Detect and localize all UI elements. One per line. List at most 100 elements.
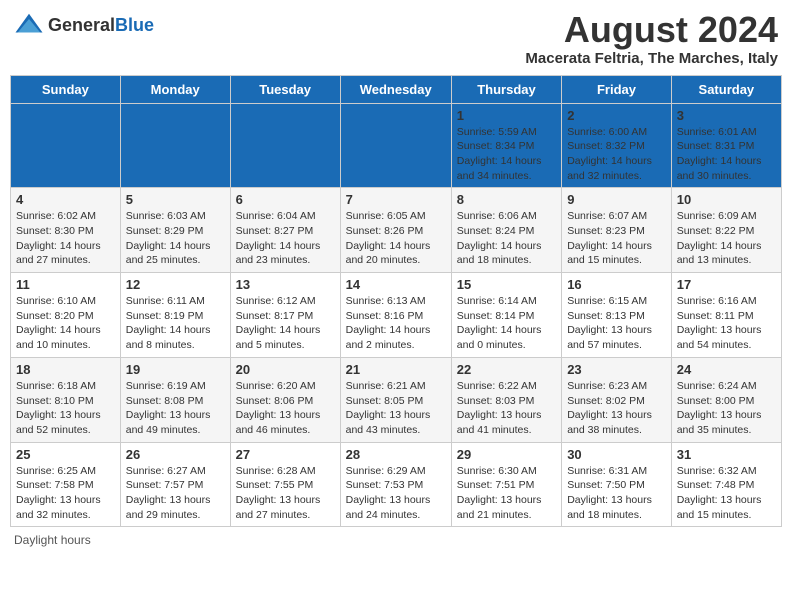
day-number: 28 (346, 447, 446, 462)
day-number: 14 (346, 277, 446, 292)
day-number: 2 (567, 108, 666, 123)
calendar-cell: 17 Sunrise: 6:16 AM Sunset: 8:11 PM Dayli… (671, 273, 781, 358)
logo-icon (14, 10, 44, 40)
calendar-week-row: 1Sunrise: 5:59 AM Sunset: 8:34 PM Daylig… (11, 103, 782, 188)
logo-general: General (48, 15, 115, 35)
day-info: Sunrise: 5:59 AM Sunset: 8:34 PM Dayligh… (457, 125, 556, 184)
calendar-cell: 4Sunrise: 6:02 AM Sunset: 8:30 PM Daylig… (11, 188, 121, 273)
day-info: Sunrise: 6:16 AM Sunset: 8:11 PM Dayligh… (677, 294, 776, 353)
calendar-cell: 15Sunrise: 6:14 AM Sunset: 8:14 PM Dayli… (451, 273, 561, 358)
day-number: 29 (457, 447, 556, 462)
day-info: Sunrise: 6:05 AM Sunset: 8:26 PM Dayligh… (346, 209, 446, 268)
weekday-header-tuesday: Tuesday (230, 75, 340, 103)
day-number: 20 (236, 362, 335, 377)
day-info: Sunrise: 6:32 AM Sunset: 7:48 PM Dayligh… (677, 464, 776, 523)
calendar-cell: 1Sunrise: 5:59 AM Sunset: 8:34 PM Daylig… (451, 103, 561, 188)
calendar-cell: 20 Sunrise: 6:20 AM Sunset: 8:06 PM Dayli… (230, 357, 340, 442)
calendar-cell: 5 Sunrise: 6:03 AM Sunset: 8:29 PM Daylig… (120, 188, 230, 273)
day-number: 18 (16, 362, 115, 377)
day-info: Sunrise: 6:30 AM Sunset: 7:51 PM Dayligh… (457, 464, 556, 523)
day-number: 16 (567, 277, 666, 292)
day-info: Sunrise: 6:04 AM Sunset: 8:27 PM Dayligh… (236, 209, 335, 268)
weekday-header-thursday: Thursday (451, 75, 561, 103)
day-number: 30 (567, 447, 666, 462)
day-number: 5 (126, 192, 225, 207)
day-info: Sunrise: 6:28 AM Sunset: 7:55 PM Dayligh… (236, 464, 335, 523)
day-info: Sunrise: 6:24 AM Sunset: 8:00 PM Dayligh… (677, 379, 776, 438)
day-info: Sunrise: 6:31 AM Sunset: 7:50 PM Dayligh… (567, 464, 666, 523)
day-number: 3 (677, 108, 776, 123)
calendar-cell: 31 Sunrise: 6:32 AM Sunset: 7:48 PM Dayli… (671, 442, 781, 527)
calendar-cell: 25 Sunrise: 6:25 AM Sunset: 7:58 PM Dayli… (11, 442, 121, 527)
calendar-cell: 8Sunrise: 6:06 AM Sunset: 8:24 PM Daylig… (451, 188, 561, 273)
day-info: Sunrise: 6:10 AM Sunset: 8:20 PM Dayligh… (16, 294, 115, 353)
weekday-header-friday: Friday (562, 75, 672, 103)
sub-title: Macerata Feltria, The Marches, Italy (525, 50, 778, 67)
day-info: Sunrise: 6:06 AM Sunset: 8:24 PM Dayligh… (457, 209, 556, 268)
day-number: 22 (457, 362, 556, 377)
day-number: 23 (567, 362, 666, 377)
day-number: 7 (346, 192, 446, 207)
day-number: 17 (677, 277, 776, 292)
logo: GeneralBlue (14, 10, 154, 40)
calendar-cell: 23Sunrise: 6:23 AM Sunset: 8:02 PM Dayli… (562, 357, 672, 442)
header: GeneralBlue August 2024 Macerata Feltria… (10, 10, 782, 67)
day-number: 27 (236, 447, 335, 462)
day-info: Sunrise: 6:29 AM Sunset: 7:53 PM Dayligh… (346, 464, 446, 523)
calendar-cell: 2 Sunrise: 6:00 AM Sunset: 8:32 PM Daylig… (562, 103, 672, 188)
title-area: August 2024 Macerata Feltria, The Marche… (525, 10, 778, 67)
calendar-cell: 14 Sunrise: 6:13 AM Sunset: 8:16 PM Dayli… (340, 273, 451, 358)
calendar-cell: 19 Sunrise: 6:19 AM Sunset: 8:08 PM Dayli… (120, 357, 230, 442)
day-info: Sunrise: 6:27 AM Sunset: 7:57 PM Dayligh… (126, 464, 225, 523)
calendar-cell: 13 Sunrise: 6:12 AM Sunset: 8:17 PM Dayli… (230, 273, 340, 358)
calendar-cell: 29 Sunrise: 6:30 AM Sunset: 7:51 PM Dayli… (451, 442, 561, 527)
day-info: Sunrise: 6:25 AM Sunset: 7:58 PM Dayligh… (16, 464, 115, 523)
calendar-cell: 7 Sunrise: 6:05 AM Sunset: 8:26 PM Daylig… (340, 188, 451, 273)
calendar-cell (11, 103, 121, 188)
calendar-cell: 21Sunrise: 6:21 AM Sunset: 8:05 PM Dayli… (340, 357, 451, 442)
calendar-week-row: 25 Sunrise: 6:25 AM Sunset: 7:58 PM Dayli… (11, 442, 782, 527)
day-info: Sunrise: 6:07 AM Sunset: 8:23 PM Dayligh… (567, 209, 666, 268)
calendar-cell: 30 Sunrise: 6:31 AM Sunset: 7:50 PM Dayli… (562, 442, 672, 527)
calendar-cell: 3 Sunrise: 6:01 AM Sunset: 8:31 PM Daylig… (671, 103, 781, 188)
calendar-table: SundayMondayTuesdayWednesdayThursdayFrid… (10, 75, 782, 528)
calendar-week-row: 11Sunrise: 6:10 AM Sunset: 8:20 PM Dayli… (11, 273, 782, 358)
day-number: 10 (677, 192, 776, 207)
calendar-cell (340, 103, 451, 188)
day-info: Sunrise: 6:15 AM Sunset: 8:13 PM Dayligh… (567, 294, 666, 353)
day-info: Sunrise: 6:20 AM Sunset: 8:06 PM Dayligh… (236, 379, 335, 438)
main-title: August 2024 (525, 10, 778, 50)
weekday-header-monday: Monday (120, 75, 230, 103)
day-number: 6 (236, 192, 335, 207)
day-info: Sunrise: 6:03 AM Sunset: 8:29 PM Dayligh… (126, 209, 225, 268)
calendar-cell: 28 Sunrise: 6:29 AM Sunset: 7:53 PM Dayli… (340, 442, 451, 527)
calendar-cell: 11Sunrise: 6:10 AM Sunset: 8:20 PM Dayli… (11, 273, 121, 358)
calendar-cell: 27 Sunrise: 6:28 AM Sunset: 7:55 PM Dayli… (230, 442, 340, 527)
day-number: 31 (677, 447, 776, 462)
calendar-cell (120, 103, 230, 188)
weekday-header-saturday: Saturday (671, 75, 781, 103)
day-info: Sunrise: 6:13 AM Sunset: 8:16 PM Dayligh… (346, 294, 446, 353)
day-info: Sunrise: 6:00 AM Sunset: 8:32 PM Dayligh… (567, 125, 666, 184)
day-info: Sunrise: 6:19 AM Sunset: 8:08 PM Dayligh… (126, 379, 225, 438)
calendar-cell: 16 Sunrise: 6:15 AM Sunset: 8:13 PM Dayli… (562, 273, 672, 358)
calendar-week-row: 4Sunrise: 6:02 AM Sunset: 8:30 PM Daylig… (11, 188, 782, 273)
day-info: Sunrise: 6:01 AM Sunset: 8:31 PM Dayligh… (677, 125, 776, 184)
day-number: 24 (677, 362, 776, 377)
calendar-cell: 26Sunrise: 6:27 AM Sunset: 7:57 PM Dayli… (120, 442, 230, 527)
day-number: 12 (126, 277, 225, 292)
day-info: Sunrise: 6:18 AM Sunset: 8:10 PM Dayligh… (16, 379, 115, 438)
day-number: 19 (126, 362, 225, 377)
calendar-cell (230, 103, 340, 188)
calendar-cell: 10Sunrise: 6:09 AM Sunset: 8:22 PM Dayli… (671, 188, 781, 273)
day-info: Sunrise: 6:12 AM Sunset: 8:17 PM Dayligh… (236, 294, 335, 353)
calendar-cell: 6 Sunrise: 6:04 AM Sunset: 8:27 PM Daylig… (230, 188, 340, 273)
calendar-cell: 12Sunrise: 6:11 AM Sunset: 8:19 PM Dayli… (120, 273, 230, 358)
calendar-cell: 22Sunrise: 6:22 AM Sunset: 8:03 PM Dayli… (451, 357, 561, 442)
weekday-header-sunday: Sunday (11, 75, 121, 103)
day-number: 21 (346, 362, 446, 377)
day-number: 13 (236, 277, 335, 292)
day-number: 25 (16, 447, 115, 462)
weekday-header-wednesday: Wednesday (340, 75, 451, 103)
day-number: 4 (16, 192, 115, 207)
